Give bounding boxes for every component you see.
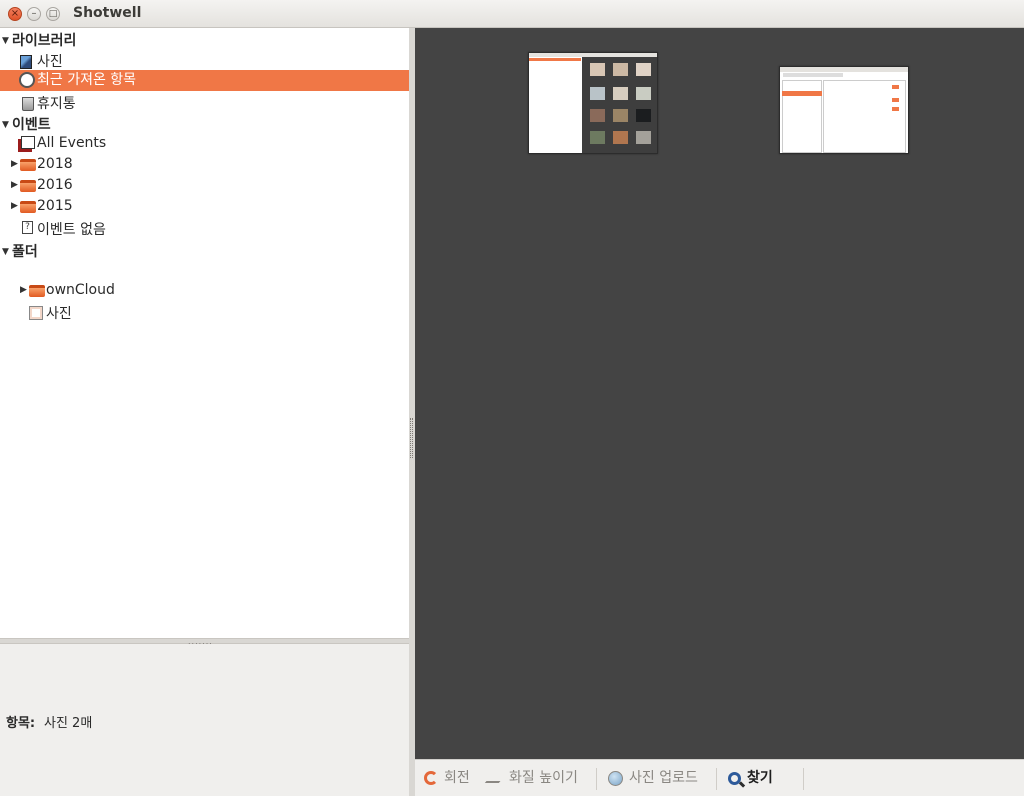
sidebar-header-label: 폴더 [12,244,38,260]
enhance-button[interactable]: 화질 높이기 [484,760,578,796]
thumb-sidebar [529,57,581,153]
photo-thumbnail[interactable] [528,52,658,154]
thumb-cell [613,87,628,100]
thumb-selection [782,91,822,96]
maximize-icon: □ [48,9,58,19]
maximize-window-button[interactable]: □ [46,7,60,21]
sidebar-item-label: All Events [37,135,107,151]
publish-label: 사진 업로드 [629,770,698,786]
info-panel: 항목: 사진 2매 [0,644,409,796]
minimize-icon: – [31,8,37,19]
window-title: Shotwell [73,5,142,21]
trash-icon [22,97,34,111]
title-bar: × – □ Shotwell [0,0,1024,28]
sidebar-item-label: ownCloud [46,282,115,298]
photos-icon [20,55,32,69]
thumb-cell [613,63,628,76]
thumb-window-bar [780,67,908,72]
rotate-icon [424,771,438,785]
sidebar: ▼ 라이브러리 사진 최근 가져온 항목 휴지통 ▼ 이벤트 All Event… [0,28,409,638]
info-value: 사진 2매 [44,716,93,731]
sidebar-item-folder-photos[interactable]: 사진 [0,304,409,325]
bottom-toolbar: 회전 화질 높이기 사진 업로드 찾기 [415,759,1024,796]
enhance-label: 화질 높이기 [509,770,578,786]
toolbar-separator [803,768,804,790]
find-label: 찾기 [747,770,773,786]
thumb-cell [590,63,605,76]
photo-canvas[interactable] [415,28,1024,759]
thumb-cell [613,109,628,122]
expander-closed-icon[interactable]: ▶ [11,175,18,196]
photo-folder-icon [29,306,43,320]
folder-icon [20,180,36,192]
thumb-content [823,80,906,153]
sidebar-item-no-event[interactable]: ? 이벤트 없음 [0,220,409,241]
thumb-cell [636,109,651,122]
folder-icon [20,159,36,171]
thumb-cell [590,131,605,144]
sidebar-item-folder-owncloud[interactable]: ▶ ownCloud [0,280,409,301]
expander-closed-icon[interactable]: ▶ [11,154,18,175]
events-icon [21,136,35,149]
thumb-grid [582,57,657,153]
sidebar-header-folders[interactable]: ▼ 폴더 [0,242,409,263]
folder-icon [20,201,36,213]
photo-thumbnail[interactable] [779,66,909,154]
sidebar-item-last-import[interactable]: 최근 가져온 항목 [0,70,409,91]
close-window-button[interactable]: × [8,7,22,21]
thumb-cell [636,87,651,100]
publish-button[interactable]: 사진 업로드 [608,760,698,796]
last-import-icon [19,72,35,88]
toolbar-separator [596,768,597,790]
sidebar-item-label: 최근 가져온 항목 [37,72,137,88]
thumb-tabs [783,73,843,77]
sidebar-header-label: 라이브러리 [12,33,77,49]
enhance-icon [484,773,508,783]
sidebar-item-label: 2018 [37,156,73,172]
find-button[interactable]: 찾기 [728,760,773,796]
folder-icon [29,285,45,297]
sidebar-item-year-2015[interactable]: ▶ 2015 [0,196,409,217]
thumb-button [892,85,899,89]
thumb-button [892,107,899,111]
expander-open-icon[interactable]: ▼ [2,242,9,263]
thumb-cell [636,63,651,76]
sidebar-item-label: 2015 [37,198,73,214]
close-icon: × [10,8,20,19]
no-event-icon: ? [22,221,33,234]
sidebar-item-trash[interactable]: 휴지통 [0,94,409,115]
expander-open-icon[interactable]: ▼ [2,31,9,52]
thumb-cell [636,131,651,144]
sidebar-header-library[interactable]: ▼ 라이브러리 [0,31,409,52]
thumb-selection [529,58,581,61]
toolbar-separator [716,768,717,790]
sidebar-item-label: 2016 [37,177,73,193]
thumb-cell [613,131,628,144]
publish-icon [608,770,623,786]
search-icon [728,771,741,785]
thumb-button [892,98,899,102]
rotate-button[interactable]: 회전 [424,760,470,796]
sidebar-item-label: 사진 [46,306,72,322]
info-label: 항목: [6,716,36,731]
minimize-window-button[interactable]: – [27,7,41,21]
sidebar-item-all-events[interactable]: All Events [0,133,409,154]
expander-closed-icon[interactable]: ▶ [11,196,18,217]
sidebar-item-label: 휴지통 [37,96,76,112]
sidebar-item-year-2016[interactable]: ▶ 2016 [0,175,409,196]
sidebar-item-label: 이벤트 없음 [37,222,106,238]
grip-icon [410,418,413,458]
expander-closed-icon[interactable]: ▶ [20,280,27,301]
sidebar-item-year-2018[interactable]: ▶ 2018 [0,154,409,175]
thumb-cell [590,109,605,122]
thumb-cell [590,87,605,100]
rotate-label: 회전 [444,770,470,786]
